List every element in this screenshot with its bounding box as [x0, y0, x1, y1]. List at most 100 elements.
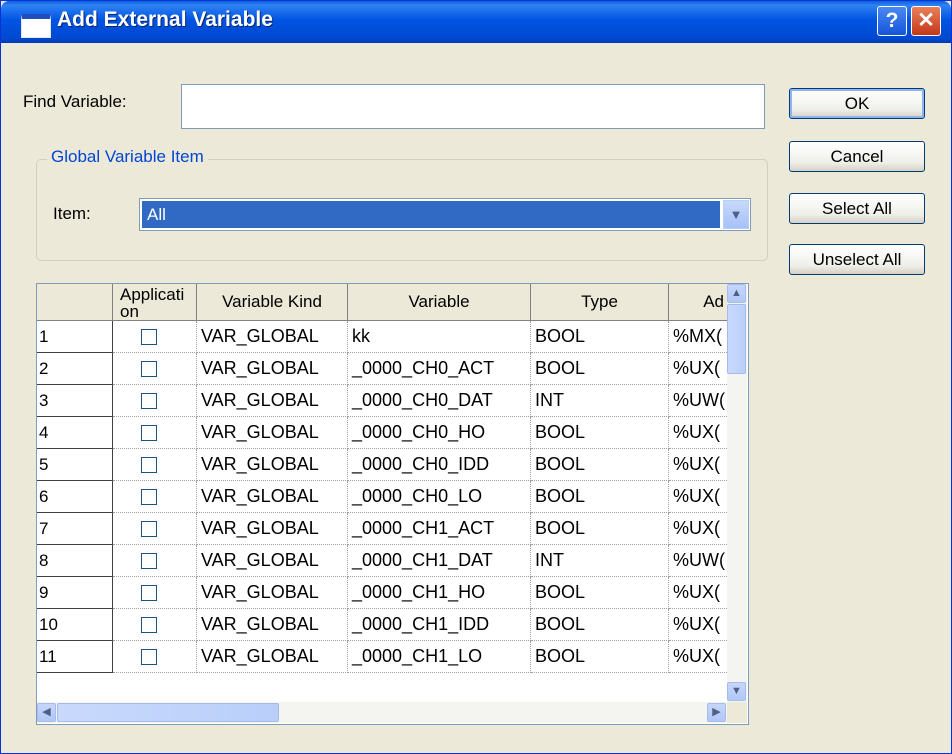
scroll-right-icon[interactable]: ▶ — [707, 703, 726, 722]
type-cell[interactable]: BOOL — [531, 481, 669, 513]
variable-kind-cell[interactable]: VAR_GLOBAL — [197, 513, 348, 545]
scroll-up-icon[interactable]: ▲ — [727, 284, 746, 303]
row-number[interactable]: 5 — [37, 449, 113, 481]
row-number[interactable]: 10 — [37, 609, 113, 641]
variable-cell[interactable]: _0000_CH1_IDD — [348, 609, 531, 641]
row-number[interactable]: 6 — [37, 481, 113, 513]
application-checkbox[interactable] — [141, 425, 157, 441]
row-number[interactable]: 9 — [37, 577, 113, 609]
variable-kind-cell[interactable]: VAR_GLOBAL — [197, 609, 348, 641]
table-row[interactable]: 5 VAR_GLOBAL _0000_CH0_IDD BOOL %UX( — [37, 449, 727, 481]
variable-cell[interactable]: kk — [348, 321, 531, 353]
address-cell[interactable]: %UX( — [669, 353, 727, 385]
unselect-all-button[interactable]: Unselect All — [789, 244, 925, 275]
type-cell[interactable]: BOOL — [531, 353, 669, 385]
variable-kind-cell[interactable]: VAR_GLOBAL — [197, 385, 348, 417]
variable-kind-cell[interactable]: VAR_GLOBAL — [197, 577, 348, 609]
variable-kind-cell[interactable]: VAR_GLOBAL — [197, 545, 348, 577]
application-checkbox[interactable] — [141, 649, 157, 665]
table-row[interactable]: 3 VAR_GLOBAL _0000_CH0_DAT INT %UW( — [37, 385, 727, 417]
address-cell[interactable]: %UX( — [669, 449, 727, 481]
scroll-down-icon[interactable]: ▼ — [727, 682, 746, 701]
address-cell[interactable]: %UX( — [669, 577, 727, 609]
application-checkbox[interactable] — [141, 457, 157, 473]
type-cell[interactable]: INT — [531, 545, 669, 577]
address-cell[interactable]: %UX( — [669, 417, 727, 449]
table-row[interactable]: 4 VAR_GLOBAL _0000_CH0_HO BOOL %UX( — [37, 417, 727, 449]
variable-kind-cell[interactable]: VAR_GLOBAL — [197, 417, 348, 449]
header-type[interactable]: Type — [531, 284, 669, 321]
variable-cell[interactable]: _0000_CH0_HO — [348, 417, 531, 449]
row-number[interactable]: 7 — [37, 513, 113, 545]
type-cell[interactable]: BOOL — [531, 449, 669, 481]
type-cell[interactable]: BOOL — [531, 513, 669, 545]
address-cell[interactable]: %MX( — [669, 321, 727, 353]
table-row[interactable]: 6 VAR_GLOBAL _0000_CH0_LO BOOL %UX( — [37, 481, 727, 513]
select-all-button[interactable]: Select All — [789, 193, 925, 224]
variable-kind-cell[interactable]: VAR_GLOBAL — [197, 321, 348, 353]
application-checkbox[interactable] — [141, 617, 157, 633]
header-variable[interactable]: Variable — [348, 284, 531, 321]
header-application[interactable]: Applicati on — [113, 284, 197, 321]
variable-grid[interactable]: Applicati on Variable Kind Variable Type… — [36, 283, 749, 725]
scroll-left-icon[interactable]: ◀ — [37, 703, 56, 722]
variable-cell[interactable]: _0000_CH0_LO — [348, 481, 531, 513]
variable-cell[interactable]: _0000_CH0_IDD — [348, 449, 531, 481]
vertical-scrollbar[interactable]: ▲ ▼ — [727, 284, 747, 702]
table-row[interactable]: 10 VAR_GLOBAL _0000_CH1_IDD BOOL %UX( — [37, 609, 727, 641]
variable-cell[interactable]: _0000_CH1_ACT — [348, 513, 531, 545]
variable-kind-cell[interactable]: VAR_GLOBAL — [197, 449, 348, 481]
application-checkbox[interactable] — [141, 553, 157, 569]
header-variable-kind[interactable]: Variable Kind — [197, 284, 348, 321]
row-number[interactable]: 1 — [37, 321, 113, 353]
horizontal-scrollbar[interactable]: ◀ ▶ — [37, 702, 727, 723]
table-row[interactable]: 11 VAR_GLOBAL _0000_CH1_LO BOOL %UX( — [37, 641, 727, 673]
header-address[interactable]: Ad — [669, 284, 727, 321]
application-checkbox[interactable] — [141, 489, 157, 505]
application-checkbox[interactable] — [141, 585, 157, 601]
application-checkbox[interactable] — [141, 361, 157, 377]
table-row[interactable]: 2 VAR_GLOBAL _0000_CH0_ACT BOOL %UX( — [37, 353, 727, 385]
row-number[interactable]: 11 — [37, 641, 113, 673]
variable-kind-cell[interactable]: VAR_GLOBAL — [197, 481, 348, 513]
type-cell[interactable]: BOOL — [531, 321, 669, 353]
row-number[interactable]: 8 — [37, 545, 113, 577]
address-cell[interactable]: %UX( — [669, 513, 727, 545]
application-checkbox[interactable] — [141, 329, 157, 345]
type-cell[interactable]: BOOL — [531, 641, 669, 673]
variable-kind-cell[interactable]: VAR_GLOBAL — [197, 641, 348, 673]
variable-cell[interactable]: _0000_CH1_DAT — [348, 545, 531, 577]
table-row[interactable]: 9 VAR_GLOBAL _0000_CH1_HO BOOL %UX( — [37, 577, 727, 609]
type-cell[interactable]: INT — [531, 385, 669, 417]
table-row[interactable]: 7 VAR_GLOBAL _0000_CH1_ACT BOOL %UX( — [37, 513, 727, 545]
variable-cell[interactable]: _0000_CH1_HO — [348, 577, 531, 609]
table-row[interactable]: 8 VAR_GLOBAL _0000_CH1_DAT INT %UW( — [37, 545, 727, 577]
item-select[interactable]: All ▼ — [139, 198, 751, 231]
horizontal-scroll-thumb[interactable] — [57, 703, 279, 722]
variable-cell[interactable]: _0000_CH0_ACT — [348, 353, 531, 385]
type-cell[interactable]: BOOL — [531, 577, 669, 609]
type-cell[interactable]: BOOL — [531, 417, 669, 449]
row-number[interactable]: 4 — [37, 417, 113, 449]
cancel-button[interactable]: Cancel — [789, 141, 925, 172]
application-checkbox[interactable] — [141, 393, 157, 409]
variable-kind-cell[interactable]: VAR_GLOBAL — [197, 353, 348, 385]
title-bar[interactable]: Add External Variable ? ✕ — [1, 1, 951, 43]
find-variable-input[interactable] — [181, 84, 765, 129]
vertical-scroll-thumb[interactable] — [727, 304, 746, 374]
close-icon[interactable]: ✕ — [911, 6, 941, 36]
type-cell[interactable]: BOOL — [531, 609, 669, 641]
chevron-down-icon[interactable]: ▼ — [723, 200, 749, 229]
variable-cell[interactable]: _0000_CH0_DAT — [348, 385, 531, 417]
ok-button[interactable]: OK — [789, 88, 925, 119]
table-row[interactable]: 1 VAR_GLOBAL kk BOOL %MX( — [37, 321, 727, 353]
address-cell[interactable]: %UW( — [669, 385, 727, 417]
address-cell[interactable]: %UX( — [669, 641, 727, 673]
row-number[interactable]: 3 — [37, 385, 113, 417]
address-cell[interactable]: %UX( — [669, 609, 727, 641]
address-cell[interactable]: %UX( — [669, 481, 727, 513]
variable-cell[interactable]: _0000_CH1_LO — [348, 641, 531, 673]
address-cell[interactable]: %UW( — [669, 545, 727, 577]
application-checkbox[interactable] — [141, 521, 157, 537]
row-number[interactable]: 2 — [37, 353, 113, 385]
